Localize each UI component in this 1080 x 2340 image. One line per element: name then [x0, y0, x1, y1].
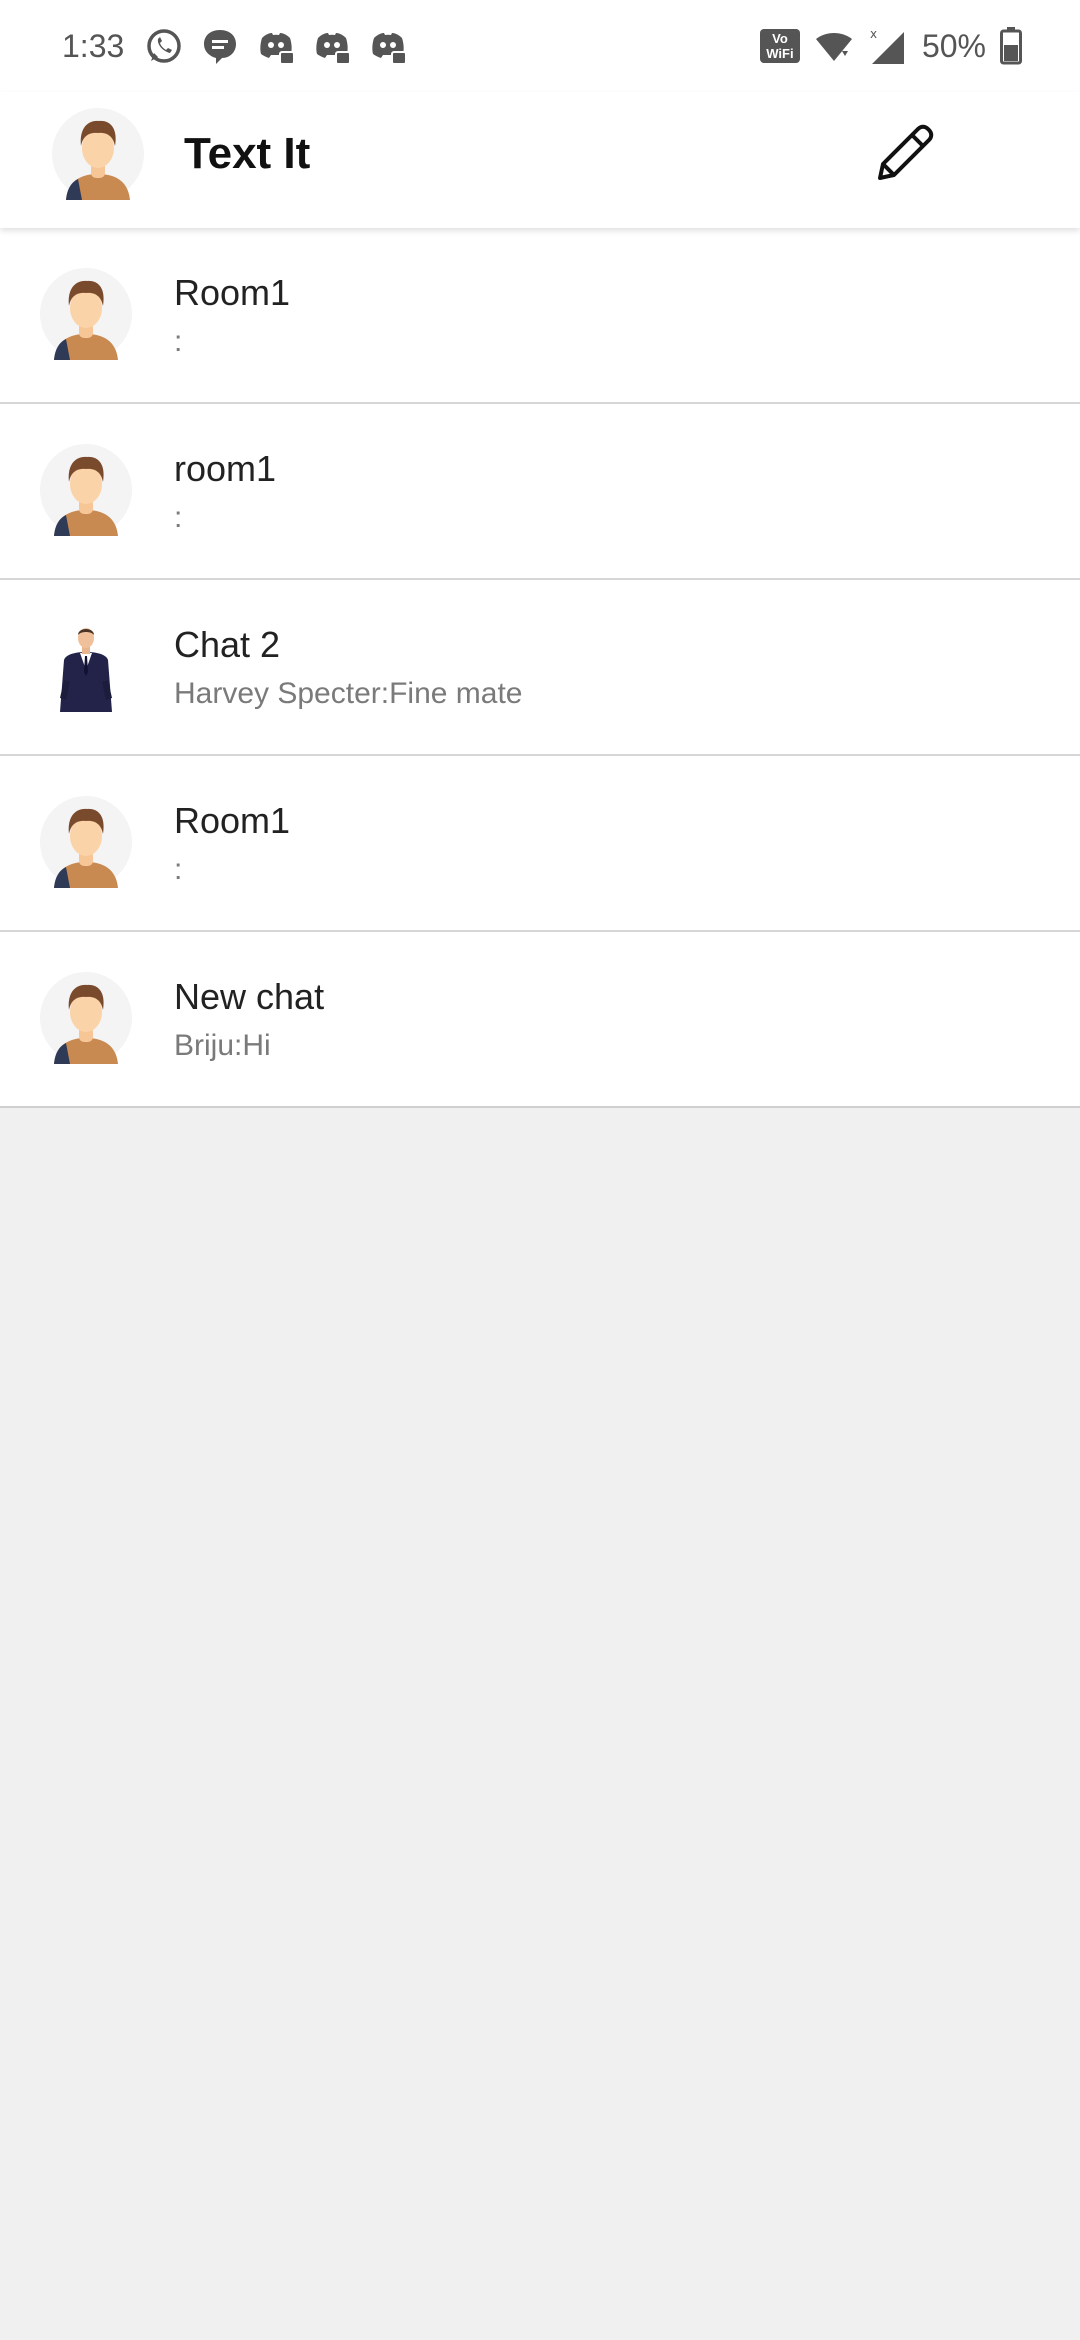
chat-list: Room1 : room1 : Chat 2 Harvey Specter:Fi…: [0, 228, 1080, 1108]
svg-text:x: x: [870, 27, 877, 41]
chat-last-message: :: [174, 853, 183, 886]
chat-name: New chat: [174, 976, 325, 1017]
chat-list-item[interactable]: room1 :: [0, 404, 1080, 580]
chat-avatar: [40, 972, 132, 1064]
notification-icons: [144, 26, 408, 66]
battery-icon: [1000, 27, 1022, 65]
chat-list-item[interactable]: New chat Briju:Hi: [0, 932, 1080, 1108]
discord-icon: [316, 33, 351, 65]
chat-avatar: [40, 444, 132, 536]
status-bar: 1:33 Vo WiFi x 50%: [0, 0, 1080, 92]
chat-last-message: Briju:Hi: [174, 1029, 271, 1062]
chat-avatar: [40, 796, 132, 888]
chat-last-message: Harvey Specter:Fine mate: [174, 677, 523, 710]
wifi-icon: [815, 33, 852, 61]
app-title: Text It: [184, 129, 311, 178]
app-bar: Text It: [0, 92, 1080, 228]
pencil-icon: [878, 124, 934, 180]
system-status-icons: Vo WiFi x 50%: [759, 24, 1022, 68]
battery-percent: 50%: [921, 28, 986, 64]
chat-last-message: :: [174, 501, 183, 534]
chat-name: Chat 2: [174, 624, 281, 665]
user-avatar[interactable]: [52, 108, 144, 200]
cell-signal-icon: x: [870, 27, 904, 64]
chat-last-message: :: [174, 325, 183, 358]
vowifi-icon: Vo WiFi: [759, 29, 800, 63]
chat-name: Room1: [174, 800, 291, 841]
chat-name: room1: [174, 448, 277, 489]
vowifi-line1: Vo: [772, 31, 788, 46]
discord-icon: [372, 33, 407, 65]
chat-list-item[interactable]: Room1 :: [0, 756, 1080, 932]
message-icon: [204, 30, 236, 64]
chat-avatar: [40, 620, 132, 712]
vowifi-line2: WiFi: [766, 46, 794, 61]
status-time: 1:33: [62, 28, 125, 64]
chat-list-item[interactable]: Chat 2 Harvey Specter:Fine mate: [0, 580, 1080, 756]
chat-list-item[interactable]: Room1 :: [0, 228, 1080, 404]
chat-name: Room1: [174, 272, 291, 313]
compose-button[interactable]: [862, 112, 946, 196]
discord-icon: [260, 33, 295, 65]
chat-avatar: [40, 268, 132, 360]
whatsapp-icon: [147, 29, 181, 63]
